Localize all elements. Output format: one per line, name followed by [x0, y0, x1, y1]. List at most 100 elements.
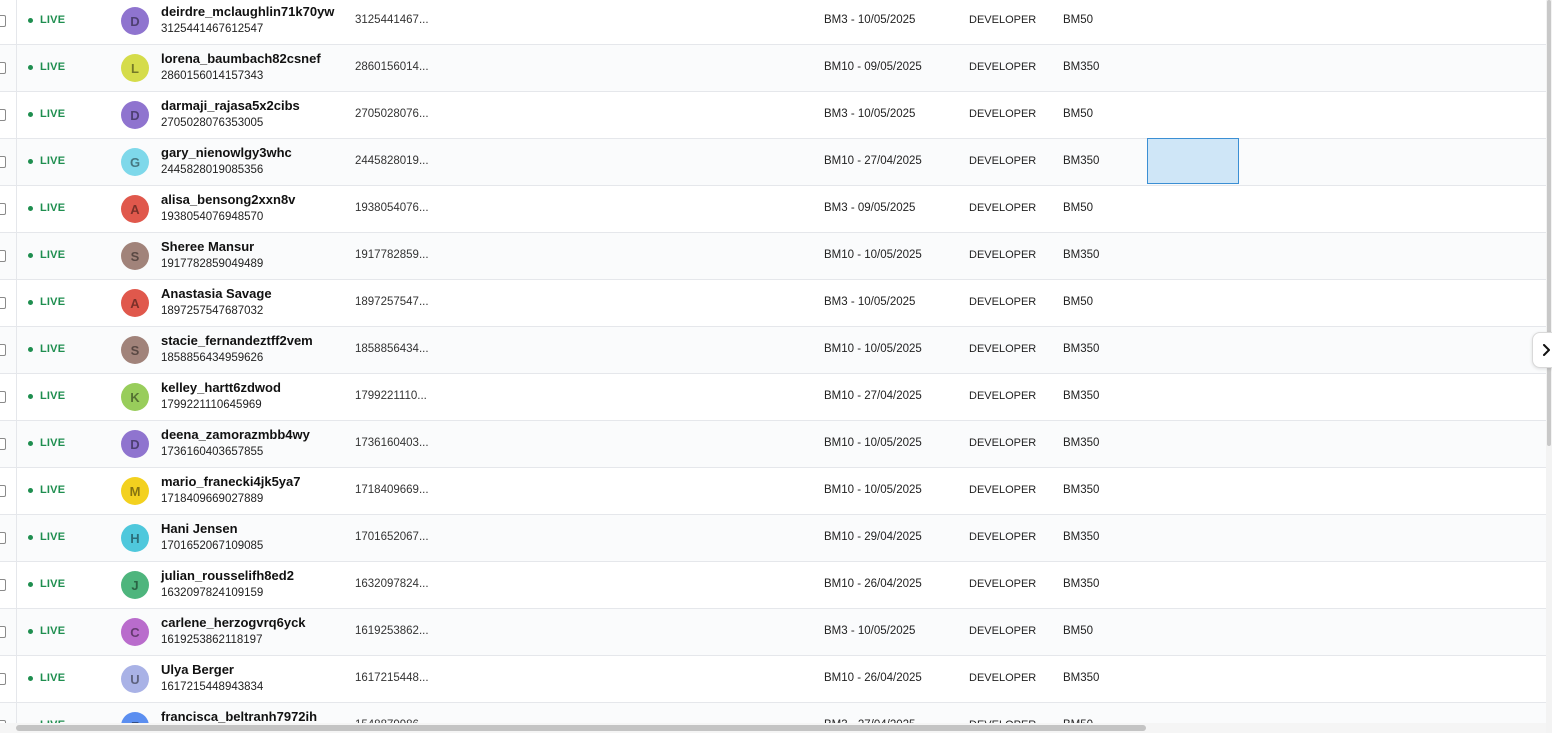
row-checkbox[interactable] — [0, 250, 6, 262]
avatar: L — [121, 54, 149, 82]
account-name[interactable]: francisca_beltranh7972ih — [161, 709, 317, 724]
table-row[interactable]: LIVE K kelley_hartt6zdwod 17992211106459… — [0, 374, 1546, 421]
avatar: K — [121, 383, 149, 411]
account-name[interactable]: darmaji_rajasa5x2cibs — [161, 98, 300, 113]
plan-cell: BM3 - 09/05/2025 — [824, 202, 916, 214]
account-name[interactable]: stacie_fernandeztff2vem — [161, 333, 313, 348]
column-divider — [16, 468, 17, 514]
tier-cell: BM50 — [1063, 625, 1094, 637]
account-id-cell: 1718409669... — [355, 484, 429, 496]
account-id-cell: 1632097824... — [355, 578, 429, 590]
table-row[interactable]: LIVE D darmaji_rajasa5x2cibs 27050280763… — [0, 92, 1546, 139]
expand-panel-button[interactable] — [1532, 332, 1552, 368]
status-label: LIVE — [40, 296, 66, 308]
account-name[interactable]: Anastasia Savage — [161, 286, 272, 301]
tier-cell: BM350 — [1063, 672, 1100, 684]
status-badge: LIVE — [28, 61, 65, 73]
account-id-cell: 1617215448... — [355, 672, 429, 684]
account-name[interactable]: deirdre_mclaughlin71k70yw — [161, 4, 334, 19]
status-dot-icon — [28, 299, 33, 305]
account-uid: 1619253862118197 — [161, 634, 263, 646]
account-name[interactable]: gary_nienowlgy3whc — [161, 145, 292, 160]
avatar: A — [121, 289, 149, 317]
status-badge: LIVE — [28, 390, 65, 402]
row-checkbox[interactable] — [0, 673, 6, 685]
row-checkbox[interactable] — [0, 203, 6, 215]
tier-cell: BM350 — [1063, 578, 1100, 590]
column-divider — [16, 92, 17, 138]
status-dot-icon — [28, 534, 33, 540]
avatar: D — [121, 7, 149, 35]
account-uid: 2445828019085356 — [161, 164, 264, 176]
status-badge: LIVE — [28, 578, 65, 590]
row-checkbox[interactable] — [0, 62, 6, 74]
table-row[interactable]: LIVE J julian_rousselifh8ed2 16320978241… — [0, 562, 1546, 609]
role-cell: DEVELOPER — [969, 672, 1037, 684]
account-name[interactable]: Hani Jensen — [161, 521, 238, 536]
row-checkbox[interactable] — [0, 438, 6, 450]
row-checkbox[interactable] — [0, 532, 6, 544]
role-cell: DEVELOPER — [969, 202, 1037, 214]
row-checkbox[interactable] — [0, 156, 6, 168]
row-checkbox[interactable] — [0, 344, 6, 356]
row-checkbox[interactable] — [0, 109, 6, 121]
status-dot-icon — [28, 346, 33, 352]
account-uid: 2860156014157343 — [161, 70, 264, 82]
status-label: LIVE — [40, 155, 66, 167]
account-name[interactable]: Sheree Mansur — [161, 239, 254, 254]
table-row[interactable]: LIVE D deena_zamorazmbb4wy 1736160403657… — [0, 421, 1546, 468]
tier-cell: BM350 — [1063, 249, 1100, 261]
account-id-cell: 1917782859... — [355, 249, 429, 261]
table-row[interactable]: LIVE S stacie_fernandeztff2vem 185885643… — [0, 327, 1546, 374]
status-badge: LIVE — [28, 531, 65, 543]
tier-cell: BM50 — [1063, 202, 1094, 214]
account-name[interactable]: lorena_baumbach82csnef — [161, 51, 321, 66]
avatar: S — [121, 336, 149, 364]
account-name[interactable]: julian_rousselifh8ed2 — [161, 568, 294, 583]
table-row[interactable]: LIVE C carlene_herzogvrq6yck 16192538621… — [0, 609, 1546, 656]
tier-cell: BM50 — [1063, 296, 1094, 308]
avatar: S — [121, 242, 149, 270]
account-id-cell: 1736160403... — [355, 437, 429, 449]
status-label: LIVE — [40, 390, 66, 402]
plan-cell: BM3 - 10/05/2025 — [824, 108, 916, 120]
account-name[interactable]: Ulya Berger — [161, 662, 234, 677]
row-checkbox[interactable] — [0, 297, 6, 309]
status-label: LIVE — [40, 61, 66, 73]
avatar: G — [121, 148, 149, 176]
row-checkbox[interactable] — [0, 485, 6, 497]
table-row[interactable]: LIVE H Hani Jensen 1701652067109085 1701… — [0, 515, 1546, 562]
account-name[interactable]: alisa_bensong2xxn8v — [161, 192, 295, 207]
tier-cell: BM350 — [1063, 531, 1100, 543]
status-label: LIVE — [40, 625, 66, 637]
account-name[interactable]: kelley_hartt6zdwod — [161, 380, 281, 395]
vertical-scrollbar-thumb[interactable] — [1547, 0, 1551, 446]
row-checkbox[interactable] — [0, 626, 6, 638]
table-row[interactable]: LIVE L lorena_baumbach82csnef 2860156014… — [0, 45, 1546, 92]
status-label: LIVE — [40, 437, 66, 449]
role-cell: DEVELOPER — [969, 390, 1037, 402]
table-row[interactable]: LIVE A alisa_bensong2xxn8v 1938054076948… — [0, 186, 1546, 233]
status-label: LIVE — [40, 484, 66, 496]
table-row[interactable]: LIVE U Ulya Berger 1617215448943834 1617… — [0, 656, 1546, 703]
role-cell: DEVELOPER — [969, 108, 1037, 120]
row-checkbox[interactable] — [0, 391, 6, 403]
status-badge: LIVE — [28, 108, 65, 120]
selected-cell[interactable] — [1147, 138, 1239, 184]
column-divider — [16, 233, 17, 279]
column-divider — [16, 609, 17, 655]
table-row[interactable]: LIVE S Sheree Mansur 1917782859049489 19… — [0, 233, 1546, 280]
account-name[interactable]: deena_zamorazmbb4wy — [161, 427, 310, 442]
table-row[interactable]: LIVE M mario_franecki4jk5ya7 17184096690… — [0, 468, 1546, 515]
account-uid: 1858856434959626 — [161, 352, 264, 364]
account-name[interactable]: mario_franecki4jk5ya7 — [161, 474, 300, 489]
table-row[interactable]: LIVE A Anastasia Savage 1897257547687032… — [0, 280, 1546, 327]
account-name[interactable]: carlene_herzogvrq6yck — [161, 615, 306, 630]
horizontal-scrollbar-thumb[interactable] — [16, 725, 1146, 731]
row-checkbox[interactable] — [0, 15, 6, 27]
row-checkbox[interactable] — [0, 579, 6, 591]
horizontal-scrollbar[interactable] — [0, 723, 1546, 733]
avatar: M — [121, 477, 149, 505]
table-row[interactable]: LIVE D deirdre_mclaughlin71k70yw 3125441… — [0, 0, 1546, 45]
table-row[interactable]: LIVE G gary_nienowlgy3whc 24458280190853… — [0, 139, 1546, 186]
